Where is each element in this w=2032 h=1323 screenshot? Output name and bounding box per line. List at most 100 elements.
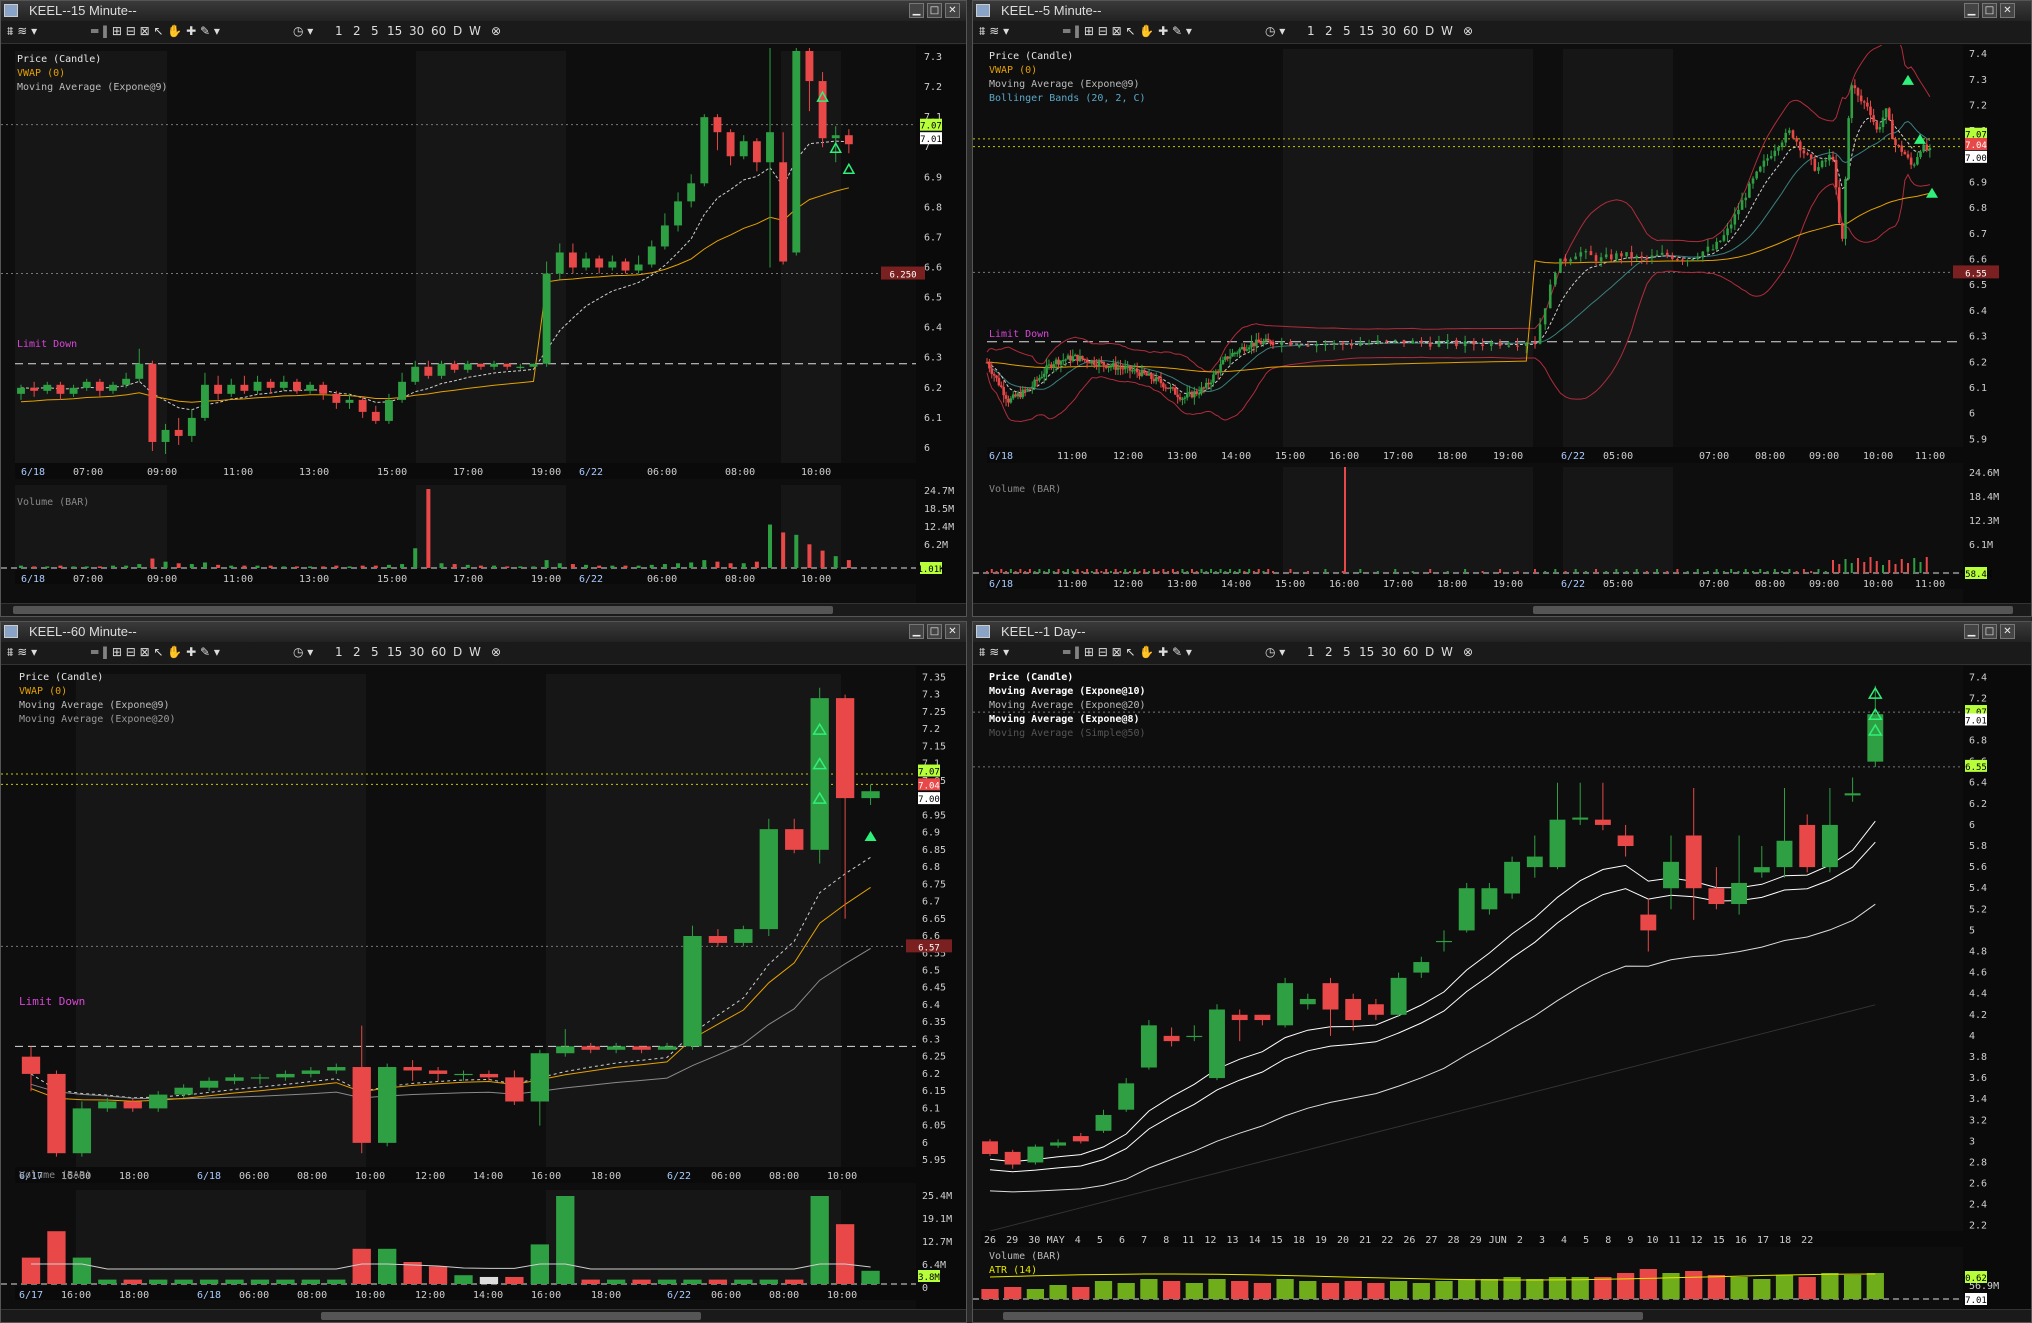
chart-type-icon[interactable]: ⩩ ≋ ▾ bbox=[979, 645, 1009, 660]
interval-1-button[interactable]: 1 bbox=[1307, 24, 1315, 39]
clock-icon[interactable]: ◷ ▾ bbox=[293, 645, 313, 660]
interval-5-button[interactable]: 5 bbox=[371, 645, 379, 660]
window-titlebar[interactable]: KEEL--1 Day-- ▁ □ ✕ bbox=[973, 622, 2031, 643]
candle-body bbox=[1875, 121, 1879, 130]
chart-window-15min[interactable]: KEEL--15 Minute-- ▁ □ ✕ ⩩ ≋ ▾ ═ ‖ ⊞ ⊟ ⊠ … bbox=[0, 0, 967, 617]
interval-week-button[interactable]: W bbox=[469, 645, 481, 660]
clear-icon[interactable]: ⊗ bbox=[491, 645, 501, 660]
chart-type-icon[interactable]: ⩩ ≋ ▾ bbox=[7, 24, 37, 39]
price-volume-chart[interactable]: 7.47.276.86.66.46.265.85.65.45.254.84.64… bbox=[973, 666, 2032, 1311]
window-titlebar[interactable]: KEEL--15 Minute-- ▁ □ ✕ bbox=[1, 1, 966, 22]
interval-2-button[interactable]: 2 bbox=[1325, 24, 1333, 39]
volume-bar bbox=[150, 558, 155, 568]
price-volume-chart[interactable]: 7.47.37.27.176.96.86.76.66.56.46.36.26.1… bbox=[973, 45, 2032, 605]
scroll-thumb[interactable] bbox=[1003, 1312, 1643, 1320]
volume-tick-2: 12.4M bbox=[924, 522, 954, 533]
horizontal-scrollbar[interactable] bbox=[973, 603, 2031, 616]
interval-2-button[interactable]: 2 bbox=[353, 645, 361, 660]
interval-60-button[interactable]: 60 bbox=[431, 645, 446, 660]
volume-bar bbox=[531, 566, 536, 568]
window-titlebar[interactable]: KEEL--5 Minute-- ▁ □ ✕ bbox=[973, 1, 2031, 22]
draw-tools-icon[interactable]: ═ ‖ ⊞ ⊟ ⊠ ↖ ✋ ✚ ✎ ▾ bbox=[91, 24, 220, 39]
minimize-button[interactable]: ▁ bbox=[1964, 3, 1979, 18]
interval-1-button[interactable]: 1 bbox=[1307, 645, 1315, 660]
draw-tools-icon[interactable]: ═ ‖ ⊞ ⊟ ⊠ ↖ ✋ ✚ ✎ ▾ bbox=[1063, 24, 1192, 39]
interval-30-button[interactable]: 30 bbox=[1381, 645, 1396, 660]
interval-day-button[interactable]: D bbox=[453, 645, 462, 660]
candle-body bbox=[1016, 393, 1020, 397]
candle-body bbox=[1212, 374, 1215, 383]
interval-week-button[interactable]: W bbox=[1441, 24, 1453, 39]
chart-type-icon[interactable]: ⩩ ≋ ▾ bbox=[979, 24, 1009, 39]
price-volume-chart[interactable]: 7.357.37.257.27.157.17.0576.956.96.856.8… bbox=[1, 666, 967, 1311]
minimize-button[interactable]: ▁ bbox=[909, 624, 924, 639]
interval-60-button[interactable]: 60 bbox=[1403, 645, 1418, 660]
horizontal-scrollbar[interactable] bbox=[1, 1309, 966, 1322]
chart-window-1day[interactable]: KEEL--1 Day-- ▁ □ ✕ ⩩ ≋ ▾ ═ ‖ ⊞ ⊟ ⊠ ↖ ✋ … bbox=[972, 621, 2032, 1323]
interval-2-button[interactable]: 2 bbox=[1325, 645, 1333, 660]
interval-day-button[interactable]: D bbox=[453, 24, 462, 39]
clock-icon[interactable]: ◷ ▾ bbox=[293, 24, 313, 39]
interval-30-button[interactable]: 30 bbox=[1381, 24, 1396, 39]
candle-body bbox=[1250, 342, 1253, 348]
horizontal-scrollbar[interactable] bbox=[973, 1309, 2031, 1322]
interval-5-button[interactable]: 5 bbox=[1343, 24, 1351, 39]
clock-icon[interactable]: ◷ ▾ bbox=[1265, 24, 1285, 39]
interval-15-button[interactable]: 15 bbox=[1359, 645, 1374, 660]
candle-body bbox=[1376, 340, 1380, 343]
candle-body bbox=[1243, 347, 1246, 351]
maximize-button[interactable]: □ bbox=[1982, 3, 1997, 18]
candle-body bbox=[1071, 356, 1075, 361]
volume-bar bbox=[1289, 569, 1292, 573]
interval-day-button[interactable]: D bbox=[1425, 24, 1434, 39]
draw-tools-icon[interactable]: ═ ‖ ⊞ ⊟ ⊠ ↖ ✋ ✚ ✎ ▾ bbox=[1063, 645, 1192, 660]
interval-30-button[interactable]: 30 bbox=[409, 24, 424, 39]
interval-5-button[interactable]: 5 bbox=[371, 24, 379, 39]
interval-15-button[interactable]: 15 bbox=[1359, 24, 1374, 39]
clear-icon[interactable]: ⊗ bbox=[1463, 645, 1473, 660]
interval-15-button[interactable]: 15 bbox=[387, 645, 402, 660]
window-titlebar[interactable]: KEEL--60 Minute-- ▁ □ ✕ bbox=[1, 622, 966, 643]
interval-60-button[interactable]: 60 bbox=[431, 24, 446, 39]
maximize-button[interactable]: □ bbox=[927, 624, 942, 639]
interval-2-button[interactable]: 2 bbox=[353, 24, 361, 39]
interval-60-button[interactable]: 60 bbox=[1403, 24, 1418, 39]
interval-15-button[interactable]: 15 bbox=[387, 24, 402, 39]
maximize-button[interactable]: □ bbox=[927, 3, 942, 18]
time-tick-13: 15 bbox=[1271, 1235, 1283, 1246]
clear-icon[interactable]: ⊗ bbox=[491, 24, 501, 39]
interval-week-button[interactable]: W bbox=[1441, 645, 1453, 660]
interval-30-button[interactable]: 30 bbox=[409, 645, 424, 660]
maximize-button[interactable]: □ bbox=[1982, 624, 1997, 639]
clock-icon[interactable]: ◷ ▾ bbox=[1265, 645, 1285, 660]
chart-window-5min[interactable]: KEEL--5 Minute-- ▁ □ ✕ ⩩ ≋ ▾ ═ ‖ ⊞ ⊟ ⊠ ↖… bbox=[972, 0, 2032, 617]
candle-body bbox=[632, 1046, 651, 1050]
chart-window-60min[interactable]: KEEL--60 Minute-- ▁ □ ✕ ⩩ ≋ ▾ ═ ‖ ⊞ ⊟ ⊠ … bbox=[0, 621, 967, 1323]
candle-body bbox=[1002, 387, 1005, 396]
horizontal-scrollbar[interactable] bbox=[1, 603, 966, 616]
minimize-button[interactable]: ▁ bbox=[1964, 624, 1979, 639]
price-volume-chart[interactable]: 7.37.27.176.96.86.76.66.56.46.36.26.167.… bbox=[1, 45, 967, 605]
close-button[interactable]: ✕ bbox=[2000, 624, 2015, 639]
close-button[interactable]: ✕ bbox=[2000, 3, 2015, 18]
candle-body bbox=[1729, 224, 1733, 229]
close-button[interactable]: ✕ bbox=[945, 624, 960, 639]
minimize-button[interactable]: ▁ bbox=[909, 3, 924, 18]
interval-week-button[interactable]: W bbox=[469, 24, 481, 39]
interval-1-button[interactable]: 1 bbox=[335, 645, 343, 660]
candle-body bbox=[384, 399, 393, 421]
volume-bar bbox=[1276, 1279, 1294, 1299]
chart-type-icon[interactable]: ⩩ ≋ ▾ bbox=[7, 645, 37, 660]
clear-icon[interactable]: ⊗ bbox=[1463, 24, 1473, 39]
candle-body bbox=[424, 366, 433, 376]
draw-tools-icon[interactable]: ═ ‖ ⊞ ⊟ ⊠ ↖ ✋ ✚ ✎ ▾ bbox=[91, 645, 220, 660]
interval-1-button[interactable]: 1 bbox=[335, 24, 343, 39]
interval-5-button[interactable]: 5 bbox=[1343, 645, 1351, 660]
scroll-thumb[interactable] bbox=[321, 1312, 701, 1320]
close-button[interactable]: ✕ bbox=[945, 3, 960, 18]
scroll-thumb[interactable] bbox=[1533, 606, 2013, 614]
interval-day-button[interactable]: D bbox=[1425, 645, 1434, 660]
scroll-thumb[interactable] bbox=[13, 606, 833, 614]
volume-bar bbox=[632, 1279, 651, 1284]
volume-tick-2: 12.7M bbox=[922, 1237, 952, 1248]
